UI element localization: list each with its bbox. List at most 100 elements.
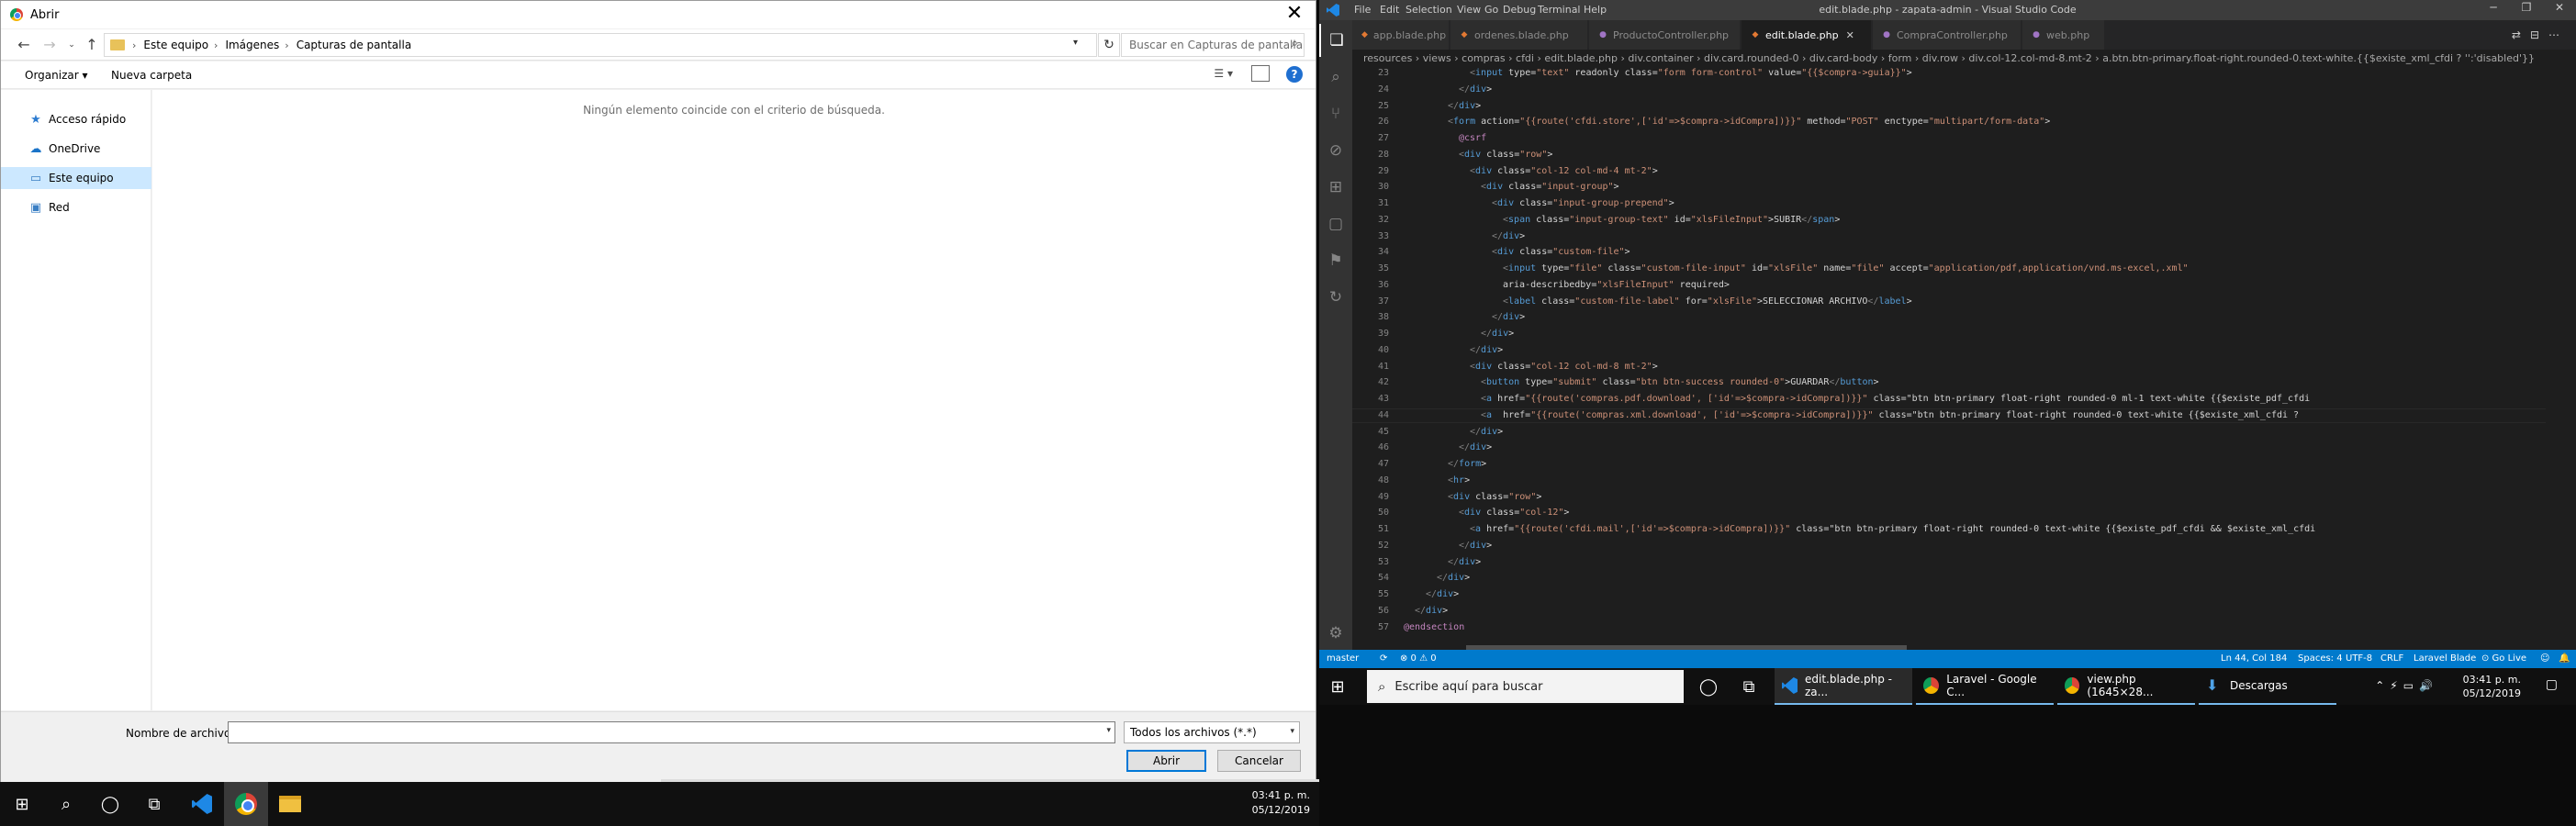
clock[interactable]: 03:41 p. m. 05/12/2019 bbox=[1252, 788, 1310, 818]
search-icon[interactable]: ⌕ bbox=[1319, 61, 1352, 94]
help-icon[interactable]: ? bbox=[1286, 66, 1303, 83]
nav-item-onedrive[interactable]: ☁ OneDrive bbox=[1, 138, 151, 160]
breadcrumb-item[interactable]: Imágenes bbox=[225, 39, 279, 51]
problems-indicator[interactable]: ⊗ 0 ⚠ 0 bbox=[1400, 653, 1437, 664]
notification-icon[interactable]: 🔔 bbox=[2559, 653, 2570, 664]
encoding[interactable]: UTF-8 bbox=[2346, 653, 2372, 664]
organize-button[interactable]: Organizar ▾ bbox=[25, 69, 88, 82]
system-tray[interactable]: ⌃⚡▭🔊 bbox=[2375, 679, 2438, 692]
taskbar-search-input[interactable]: ⌕ Escribe aquí para buscar bbox=[1367, 670, 1684, 703]
forward-icon[interactable]: → bbox=[39, 35, 60, 55]
tab-edit-blade[interactable]: ◆ edit.blade.php ✕ bbox=[1742, 20, 1872, 50]
live-share-icon[interactable]: ↻ bbox=[1319, 281, 1352, 314]
debug-icon[interactable]: ⊘ bbox=[1319, 134, 1352, 167]
line-number: 47 bbox=[1377, 459, 1389, 469]
breadcrumb-item[interactable]: Este equipo bbox=[143, 39, 208, 51]
new-folder-button[interactable]: Nueva carpeta bbox=[111, 69, 192, 82]
view-options-icon[interactable]: ☰ ▾ bbox=[1214, 67, 1233, 80]
taskbar-item-downloads[interactable]: ⬇ Descargas bbox=[2199, 668, 2336, 705]
line-ending[interactable]: CRLF bbox=[2380, 653, 2403, 664]
clock[interactable]: 03:41 p. m. 05/12/2019 bbox=[2463, 673, 2521, 700]
breadcrumb[interactable]: resources › views › compras › cfdi › edi… bbox=[1352, 50, 2576, 66]
source-control-icon[interactable]: ⑂ bbox=[1319, 97, 1352, 130]
line-number: 55 bbox=[1377, 589, 1389, 599]
cursor-position[interactable]: Ln 44, Col 184 bbox=[2221, 653, 2287, 664]
tab-web-php[interactable]: ● web.php bbox=[2022, 20, 2105, 50]
menu-selection[interactable]: Selection bbox=[1406, 4, 1452, 16]
cortana-icon[interactable]: ◯ bbox=[1690, 668, 1727, 705]
start-icon[interactable]: ⊞ bbox=[1319, 668, 1356, 705]
feedback-icon[interactable]: ☺ bbox=[2540, 653, 2549, 664]
tab-producto-controller[interactable]: ● ProductoController.php bbox=[1589, 20, 1741, 50]
menu-view[interactable]: View bbox=[1457, 4, 1481, 16]
nav-item-network[interactable]: ▣ Red bbox=[1, 196, 151, 218]
up-icon[interactable]: ↑ bbox=[82, 35, 102, 55]
code-line: <div class="row"> bbox=[1448, 491, 1542, 502]
cancel-button[interactable]: Cancelar bbox=[1217, 750, 1301, 772]
tab-compra-controller[interactable]: ● CompraController.php bbox=[1873, 20, 2022, 50]
minimize-icon[interactable]: ─ bbox=[2477, 1, 2510, 14]
code-line: <a href="{{route('compras.pdf.download',… bbox=[1481, 394, 2311, 404]
menu-help[interactable]: Help bbox=[1584, 4, 1607, 16]
minimap[interactable] bbox=[2546, 66, 2576, 650]
notifications-icon[interactable]: ▢ bbox=[2546, 677, 2558, 692]
chrome-taskbar-button[interactable] bbox=[224, 782, 268, 826]
open-button[interactable]: Abrir bbox=[1126, 750, 1206, 772]
indentation[interactable]: Spaces: 4 bbox=[2298, 653, 2343, 664]
nav-item-quick-access[interactable]: ★ Acceso rápido bbox=[1, 108, 151, 130]
recent-chevron-icon[interactable]: ⌄ bbox=[62, 35, 82, 55]
refresh-icon[interactable]: ↻ bbox=[1098, 33, 1120, 57]
maximize-icon[interactable]: ❐ bbox=[2510, 1, 2543, 14]
menu-debug[interactable]: Debug bbox=[1503, 4, 1536, 16]
vscode-taskbar-button[interactable] bbox=[180, 782, 224, 826]
address-bar[interactable]: › Este equipo › Imágenes › Capturas de p… bbox=[104, 33, 1097, 57]
language-mode[interactable]: Laravel Blade bbox=[2414, 653, 2476, 664]
menu-terminal[interactable]: Terminal bbox=[1538, 4, 1581, 16]
preview-pane-icon[interactable] bbox=[1251, 65, 1270, 82]
taskbar-item-chrome-laravel[interactable]: Laravel - Google C... bbox=[1916, 668, 2054, 705]
file-list[interactable]: Ningún elemento coincide con el criterio… bbox=[152, 90, 1316, 710]
remote-icon[interactable]: ▢ bbox=[1319, 207, 1352, 240]
tab-ordenes-blade[interactable]: ◆ ordenes.blade.php bbox=[1450, 20, 1588, 50]
menu-edit[interactable]: Edit bbox=[1380, 4, 1399, 16]
chevron-down-icon: ▾ bbox=[1290, 727, 1294, 736]
chevron-down-icon[interactable]: ▾ bbox=[1073, 38, 1078, 48]
gear-icon[interactable]: ⚙ bbox=[1319, 617, 1352, 650]
chrome-icon bbox=[235, 793, 257, 815]
close-tab-icon[interactable]: ✕ bbox=[1846, 29, 1854, 41]
search-icon[interactable]: ⌕ bbox=[44, 782, 88, 826]
explorer-icon[interactable]: ❏ bbox=[1319, 24, 1352, 57]
task-view-icon[interactable]: ⧉ bbox=[132, 782, 176, 826]
bookmarks-icon[interactable]: ⚑ bbox=[1319, 244, 1352, 277]
explorer-taskbar-button[interactable] bbox=[268, 782, 312, 826]
back-icon[interactable]: ← bbox=[14, 35, 34, 55]
filetype-select[interactable]: ▾ Todos los archivos (*.*) bbox=[1124, 721, 1300, 743]
taskbar-item-chrome-view[interactable]: view.php (1645×28... bbox=[2057, 668, 2195, 705]
extensions-icon[interactable]: ⊞ bbox=[1319, 171, 1352, 204]
menu-go[interactable]: Go bbox=[1484, 4, 1498, 16]
cortana-icon[interactable]: ◯ bbox=[88, 782, 132, 826]
filename-field[interactable]: ▾ bbox=[228, 721, 1115, 743]
start-icon[interactable]: ⊞ bbox=[0, 782, 44, 826]
breadcrumb-item[interactable]: Capturas de pantalla bbox=[297, 39, 411, 51]
chevron-down-icon[interactable]: ▾ bbox=[1106, 726, 1111, 735]
task-view-icon[interactable]: ⧉ bbox=[1730, 668, 1767, 705]
close-button[interactable]: ✕ bbox=[1273, 1, 1316, 28]
go-live-button[interactable]: ⊙ Go Live bbox=[2481, 653, 2526, 664]
folder-icon bbox=[110, 39, 125, 50]
taskbar-item-vscode[interactable]: edit.blade.php - za... bbox=[1775, 668, 1912, 705]
tab-app-blade[interactable]: ◆ app.blade.php bbox=[1352, 20, 1450, 50]
editor-actions[interactable]: ⇄⊟⋯ bbox=[2512, 28, 2569, 41]
nav-item-this-pc[interactable]: ▭ Este equipo bbox=[1, 167, 151, 189]
search-input[interactable]: Buscar en Capturas de pantalla ⌕ bbox=[1121, 33, 1305, 57]
line-number: 54 bbox=[1377, 573, 1389, 584]
sync-icon[interactable]: ⟳ bbox=[1380, 653, 1387, 664]
menu-file[interactable]: File bbox=[1354, 4, 1371, 16]
code-line: <hr> bbox=[1448, 474, 1471, 486]
blade-icon: ◆ bbox=[1361, 30, 1368, 39]
code-editor[interactable]: 23 <input type="text" readonly class="for… bbox=[1352, 66, 2546, 650]
line-number: 25 bbox=[1377, 100, 1389, 111]
line-number: 56 bbox=[1377, 605, 1389, 616]
branch-indicator[interactable]: master bbox=[1327, 653, 1359, 664]
close-icon[interactable]: ✕ bbox=[2543, 1, 2576, 14]
